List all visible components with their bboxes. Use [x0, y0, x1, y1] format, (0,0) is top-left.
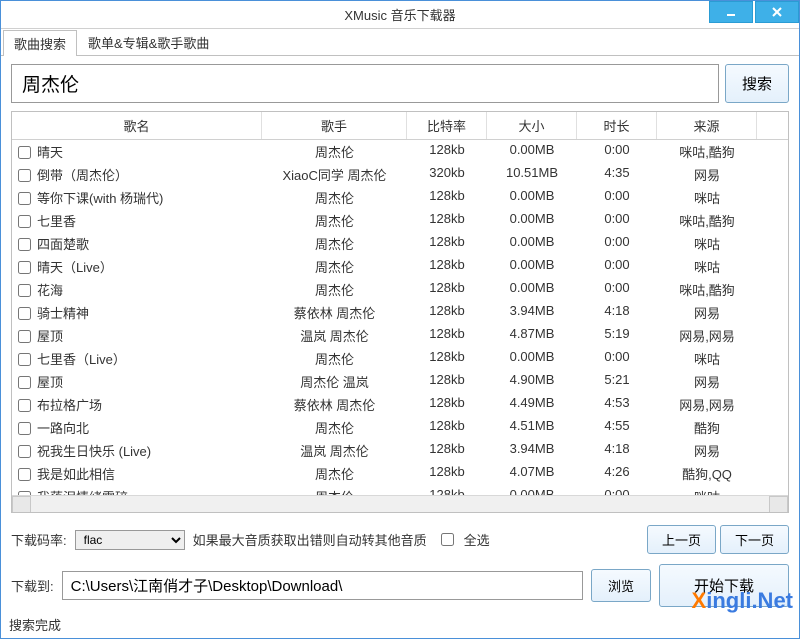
row-checkbox[interactable] — [18, 261, 31, 274]
table-row[interactable]: 我落泪情绪零碎周杰伦128kb0.00MB0:00咪咕 — [12, 485, 788, 495]
window-title: XMusic 音乐下载器 — [344, 5, 455, 24]
table-row[interactable]: 屋顶温岚 周杰伦128kb4.87MB5:19网易,网易 — [12, 324, 788, 347]
row-checkbox[interactable] — [18, 399, 31, 412]
select-all-checkbox[interactable]: 全选 — [441, 530, 490, 549]
row-checkbox[interactable] — [18, 192, 31, 205]
table-row[interactable]: 七里香周杰伦128kb0.00MB0:00咪咕,酷狗 — [12, 209, 788, 232]
row-checkbox[interactable] — [18, 169, 31, 182]
table-row[interactable]: 布拉格广场蔡依林 周杰伦128kb4.49MB4:53网易,网易 — [12, 393, 788, 416]
tab-song-search[interactable]: 歌曲搜索 — [3, 30, 77, 56]
next-page-button[interactable]: 下一页 — [720, 525, 789, 554]
row-checkbox[interactable] — [18, 146, 31, 159]
col-header-name[interactable]: 歌名 — [12, 112, 262, 139]
search-input[interactable] — [11, 64, 719, 103]
titlebar: XMusic 音乐下载器 — [1, 1, 799, 29]
status-bar: 搜索完成 — [1, 613, 799, 638]
col-header-artist[interactable]: 歌手 — [262, 112, 407, 139]
row-checkbox[interactable] — [18, 215, 31, 228]
row-checkbox[interactable] — [18, 422, 31, 435]
table-row[interactable]: 倒带（周杰伦）XiaoC同学 周杰伦320kb10.51MB4:35网易 — [12, 163, 788, 186]
row-checkbox[interactable] — [18, 330, 31, 343]
row-checkbox[interactable] — [18, 284, 31, 297]
table-row[interactable]: 等你下课(with 杨瑞代)周杰伦128kb0.00MB0:00咪咕 — [12, 186, 788, 209]
table-row[interactable]: 晴天（Live）周杰伦128kb0.00MB0:00咪咕 — [12, 255, 788, 278]
table-row[interactable]: 七里香（Live）周杰伦128kb0.00MB0:00咪咕 — [12, 347, 788, 370]
bitrate-hint: 如果最大音质获取出错则自动转其他音质 — [193, 530, 427, 549]
table-row[interactable]: 一路向北周杰伦128kb4.51MB4:55酷狗 — [12, 416, 788, 439]
tab-bar: 歌曲搜索 歌单&专辑&歌手歌曲 — [1, 29, 799, 56]
download-path-label: 下载到: — [11, 576, 54, 595]
col-header-size[interactable]: 大小 — [487, 112, 577, 139]
col-header-bitrate[interactable]: 比特率 — [407, 112, 487, 139]
minimize-button[interactable] — [709, 1, 753, 23]
search-button[interactable]: 搜索 — [725, 64, 789, 103]
download-path-input[interactable] — [62, 571, 583, 600]
row-checkbox[interactable] — [18, 238, 31, 251]
col-header-source[interactable]: 来源 — [657, 112, 757, 139]
row-checkbox[interactable] — [18, 468, 31, 481]
results-table: 歌名 歌手 比特率 大小 时长 来源 晴天周杰伦128kb0.00MB0:00咪… — [11, 111, 789, 513]
horizontal-scrollbar[interactable] — [12, 495, 788, 512]
row-checkbox[interactable] — [18, 307, 31, 320]
row-checkbox[interactable] — [18, 353, 31, 366]
col-header-duration[interactable]: 时长 — [577, 112, 657, 139]
start-download-button[interactable]: 开始下载 — [659, 564, 789, 607]
table-body[interactable]: 晴天周杰伦128kb0.00MB0:00咪咕,酷狗倒带（周杰伦）XiaoC同学 … — [12, 140, 788, 495]
table-row[interactable]: 屋顶周杰伦 温岚128kb4.90MB5:21网易 — [12, 370, 788, 393]
table-row[interactable]: 晴天周杰伦128kb0.00MB0:00咪咕,酷狗 — [12, 140, 788, 163]
table-row[interactable]: 四面楚歌周杰伦128kb0.00MB0:00咪咕 — [12, 232, 788, 255]
tab-playlist-album[interactable]: 歌单&专辑&歌手歌曲 — [77, 29, 220, 55]
table-row[interactable]: 花海周杰伦128kb0.00MB0:00咪咕,酷狗 — [12, 278, 788, 301]
prev-page-button[interactable]: 上一页 — [647, 525, 716, 554]
bitrate-label: 下载码率: — [11, 530, 67, 549]
browse-button[interactable]: 浏览 — [591, 569, 651, 602]
table-row[interactable]: 祝我生日快乐 (Live)温岚 周杰伦128kb3.94MB4:18网易 — [12, 439, 788, 462]
table-row[interactable]: 我是如此相信周杰伦128kb4.07MB4:26酷狗,QQ — [12, 462, 788, 485]
row-checkbox[interactable] — [18, 376, 31, 389]
row-checkbox[interactable] — [18, 445, 31, 458]
bitrate-select[interactable]: flac — [75, 530, 185, 550]
table-row[interactable]: 骑士精神蔡依林 周杰伦128kb3.94MB4:18网易 — [12, 301, 788, 324]
close-button[interactable] — [755, 1, 799, 23]
